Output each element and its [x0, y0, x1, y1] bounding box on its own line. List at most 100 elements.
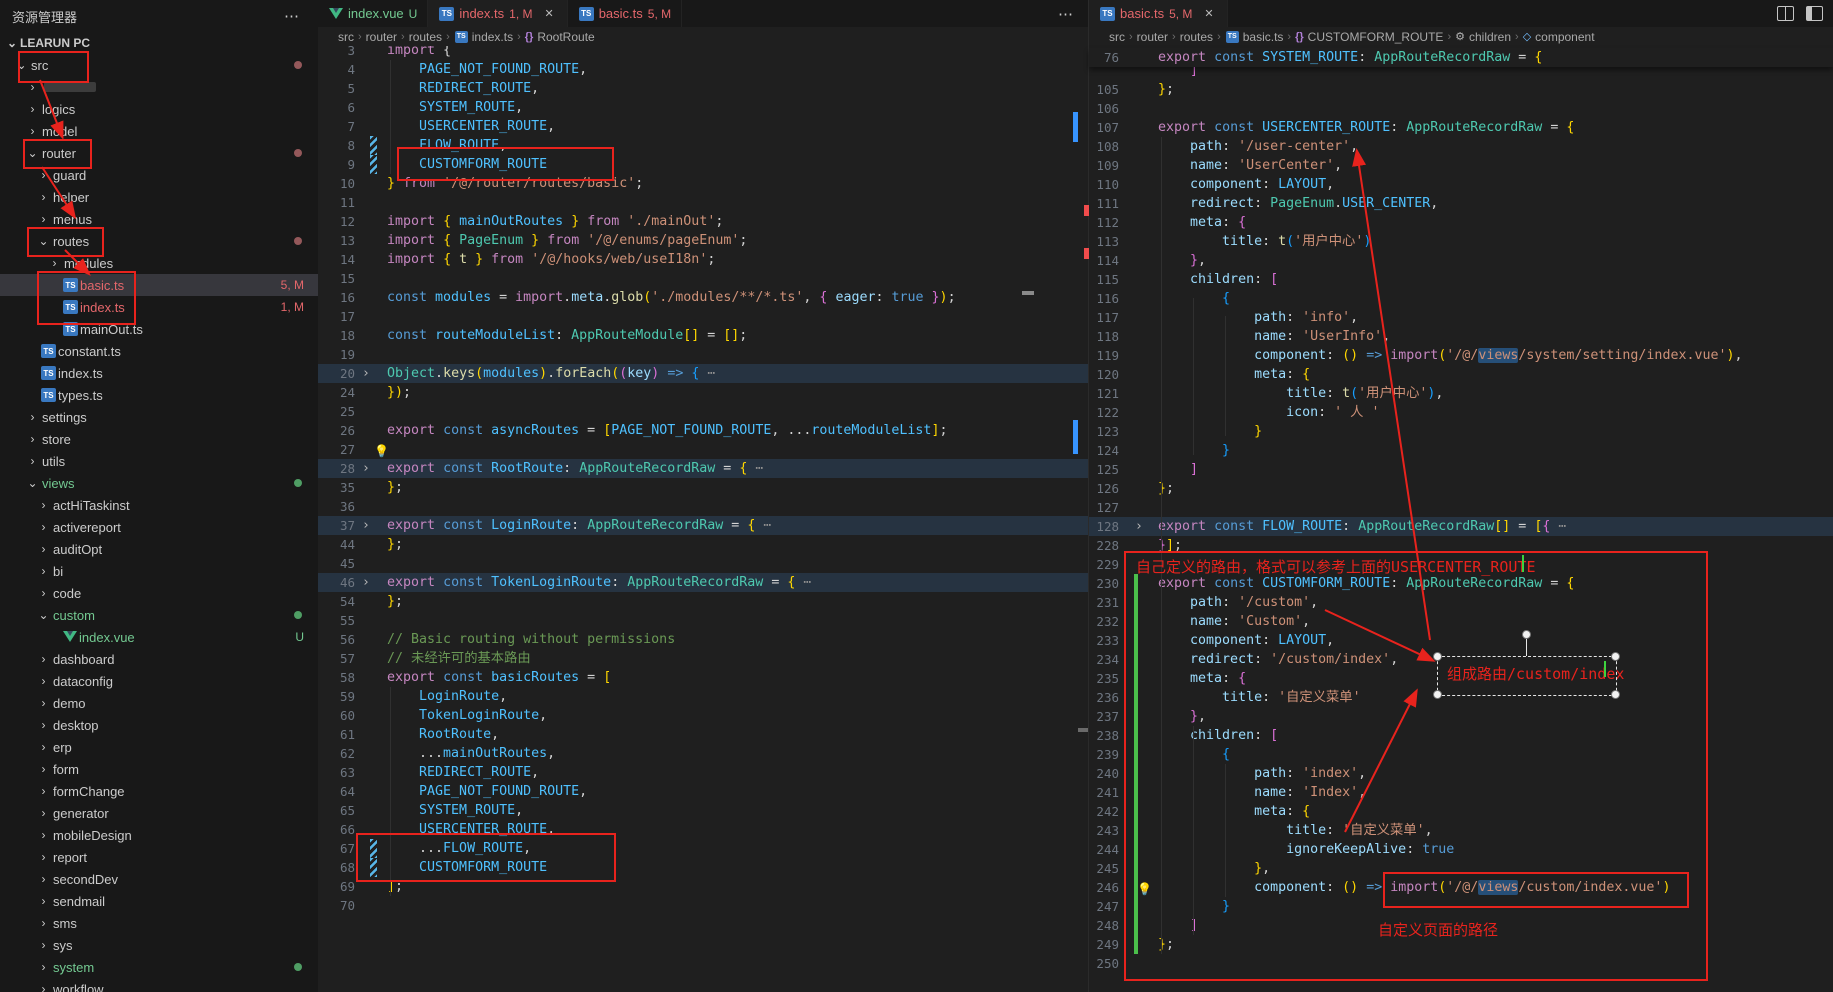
code-line[interactable]: 8 FLOW_ROUTE,: [318, 136, 1088, 155]
tab-basic.ts[interactable]: TSbasic.ts5, M✕: [1089, 0, 1228, 27]
tree-item-mainOut.ts[interactable]: TSmainOut.ts: [0, 318, 318, 340]
code-line[interactable]: 65 SYSTEM_ROUTE,: [318, 801, 1088, 820]
code-line[interactable]: 7 USERCENTER_ROUTE,: [318, 117, 1088, 136]
breadcrumb-item[interactable]: ◇component: [1523, 30, 1595, 44]
code-line[interactable]: 113 title: t('用户中心'): [1089, 232, 1833, 251]
code-line[interactable]: 112 meta: {: [1089, 213, 1833, 232]
breadcrumb-item[interactable]: routes: [409, 30, 442, 44]
code-line[interactable]: 5 REDIRECT_ROUTE,: [318, 79, 1088, 98]
code-line[interactable]: 106: [1089, 99, 1833, 118]
code-line[interactable]: 115 children: [: [1089, 270, 1833, 289]
code-line[interactable]: 116 {: [1089, 289, 1833, 308]
code-line[interactable]: 66 USERCENTER_ROUTE,: [318, 820, 1088, 839]
code-line[interactable]: 228}];: [1089, 536, 1833, 555]
code-line[interactable]: 55: [318, 611, 1088, 630]
code-line[interactable]: 68 CUSTOMFORM_ROUTE: [318, 858, 1088, 877]
tree-item-secondDev[interactable]: ›secondDev: [0, 868, 318, 890]
code-line[interactable]: 237 },: [1089, 707, 1833, 726]
breadcrumb-item[interactable]: src: [338, 30, 354, 44]
tree-item-formChange[interactable]: ›formChange: [0, 780, 318, 802]
code-line[interactable]: 37›export const LoginRoute: AppRouteReco…: [318, 516, 1088, 535]
code-line[interactable]: 11: [318, 193, 1088, 212]
tree-item-types.ts[interactable]: TStypes.ts: [0, 384, 318, 406]
code-line[interactable]: 58export const basicRoutes = [: [318, 668, 1088, 687]
tree-item-sms[interactable]: ›sms: [0, 912, 318, 934]
tree-item-src[interactable]: ⌄src: [0, 54, 318, 76]
tree-item-helper[interactable]: ›helper: [0, 186, 318, 208]
tree-item-index.vue[interactable]: index.vueU: [0, 626, 318, 648]
code-line[interactable]: 107export const USERCENTER_ROUTE: AppRou…: [1089, 118, 1833, 137]
tree-item-sendmail[interactable]: ›sendmail: [0, 890, 318, 912]
code-line[interactable]: 238 children: [: [1089, 726, 1833, 745]
code-line[interactable]: 239 {: [1089, 745, 1833, 764]
tree-item-bi[interactable]: ›bi: [0, 560, 318, 582]
tree-item-basic.ts[interactable]: TSbasic.ts5, M: [0, 274, 318, 296]
project-root[interactable]: ⌄ LEARUN PC: [0, 32, 318, 54]
code-line[interactable]: 232 name: 'Custom',: [1089, 612, 1833, 631]
code-line[interactable]: 9 CUSTOMFORM_ROUTE: [318, 155, 1088, 174]
drag-selection-box[interactable]: [1437, 656, 1617, 696]
breadcrumb-item[interactable]: TSindex.ts: [454, 30, 513, 44]
middle-code-area[interactable]: 3import {4 PAGE_NOT_FOUND_ROUTE,5 REDIRE…: [318, 41, 1088, 915]
code-line[interactable]: 19: [318, 345, 1088, 364]
layout-icon[interactable]: [1806, 6, 1823, 21]
code-line[interactable]: 125 ]: [1089, 460, 1833, 479]
tree-item-model[interactable]: ›model: [0, 120, 318, 142]
code-line[interactable]: 56// Basic routing without permissions: [318, 630, 1088, 649]
tree-item-dataconfig[interactable]: ›dataconfig: [0, 670, 318, 692]
code-line[interactable]: 17: [318, 307, 1088, 326]
tree-item-constant.ts[interactable]: TSconstant.ts: [0, 340, 318, 362]
code-line[interactable]: 108 path: '/user-center',: [1089, 137, 1833, 156]
code-line[interactable]: 110 component: LAYOUT,: [1089, 175, 1833, 194]
code-line[interactable]: 60 TokenLoginRoute,: [318, 706, 1088, 725]
code-line[interactable]: 14import { t } from '/@/hooks/web/useI18…: [318, 250, 1088, 269]
code-line[interactable]: 63 REDIRECT_ROUTE,: [318, 763, 1088, 782]
code-line[interactable]: 67 ...FLOW_ROUTE,: [318, 839, 1088, 858]
code-line[interactable]: 61 RootRoute,: [318, 725, 1088, 744]
code-line[interactable]: 54};: [318, 592, 1088, 611]
code-line[interactable]: 127: [1089, 498, 1833, 517]
code-line[interactable]: 231 path: '/custom',: [1089, 593, 1833, 612]
tree-item-dashboard[interactable]: ›dashboard: [0, 648, 318, 670]
fold-chevron-icon[interactable]: ›: [1135, 517, 1143, 536]
breadcrumb-item[interactable]: ⚙children: [1455, 30, 1511, 44]
code-line[interactable]: 241 name: 'Index',: [1089, 783, 1833, 802]
tab-index.vue[interactable]: index.vueU: [318, 0, 428, 27]
breadcrumb-item[interactable]: TSbasic.ts: [1225, 30, 1284, 44]
fold-chevron-icon[interactable]: ›: [362, 459, 370, 478]
code-line[interactable]: 250: [1089, 954, 1833, 973]
tree-item-erp[interactable]: ›erp: [0, 736, 318, 758]
sticky-line[interactable]: 76export const SYSTEM_ROUTE: AppRouteRec…: [1089, 48, 1833, 67]
selection-handle[interactable]: [1433, 652, 1442, 661]
code-line[interactable]: 12import { mainOutRoutes } from './mainO…: [318, 212, 1088, 231]
code-line[interactable]: 245 },: [1089, 859, 1833, 878]
more-tabs-icon[interactable]: ⋯: [1058, 5, 1088, 23]
code-line[interactable]: 111 redirect: PageEnum.USER_CENTER,: [1089, 194, 1833, 213]
code-line[interactable]: 57// 未经许可的基本路由: [318, 649, 1088, 668]
code-line[interactable]: 28›export const RootRoute: AppRouteRecor…: [318, 459, 1088, 478]
tree-item-actHiTaskinst[interactable]: ›actHiTaskinst: [0, 494, 318, 516]
code-line[interactable]: 25: [318, 402, 1088, 421]
code-line[interactable]: 233 component: LAYOUT,: [1089, 631, 1833, 650]
breadcrumb-item[interactable]: src: [1109, 30, 1125, 44]
code-line[interactable]: 46›export const TokenLoginRoute: AppRout…: [318, 573, 1088, 592]
tree-item-report[interactable]: ›report: [0, 846, 318, 868]
breadcrumb-item[interactable]: {}RootRoute: [525, 30, 595, 44]
code-line[interactable]: 117 path: 'info',: [1089, 308, 1833, 327]
code-line[interactable]: 45: [318, 554, 1088, 573]
tree-item-form[interactable]: ›form: [0, 758, 318, 780]
tree-item-logics[interactable]: ›logics: [0, 98, 318, 120]
tree-item-store[interactable]: ›store: [0, 428, 318, 450]
code-line[interactable]: 62 ...mainOutRoutes,: [318, 744, 1088, 763]
code-line[interactable]: 243 title: '自定义菜单',: [1089, 821, 1833, 840]
code-line[interactable]: 69];: [318, 877, 1088, 896]
code-line[interactable]: 15: [318, 269, 1088, 288]
code-line[interactable]: 16const modules = import.meta.glob('./mo…: [318, 288, 1088, 307]
tab-index.ts[interactable]: TSindex.ts1, M✕: [428, 0, 567, 27]
tree-item-sys[interactable]: ›sys: [0, 934, 318, 956]
tree-item-guard[interactable]: ›guard: [0, 164, 318, 186]
tree-item-mobileDesign[interactable]: ›mobileDesign: [0, 824, 318, 846]
tree-item-settings[interactable]: ›settings: [0, 406, 318, 428]
code-line[interactable]: 18const routeModuleList: AppRouteModule[…: [318, 326, 1088, 345]
tree-item-menus[interactable]: ›menus: [0, 208, 318, 230]
